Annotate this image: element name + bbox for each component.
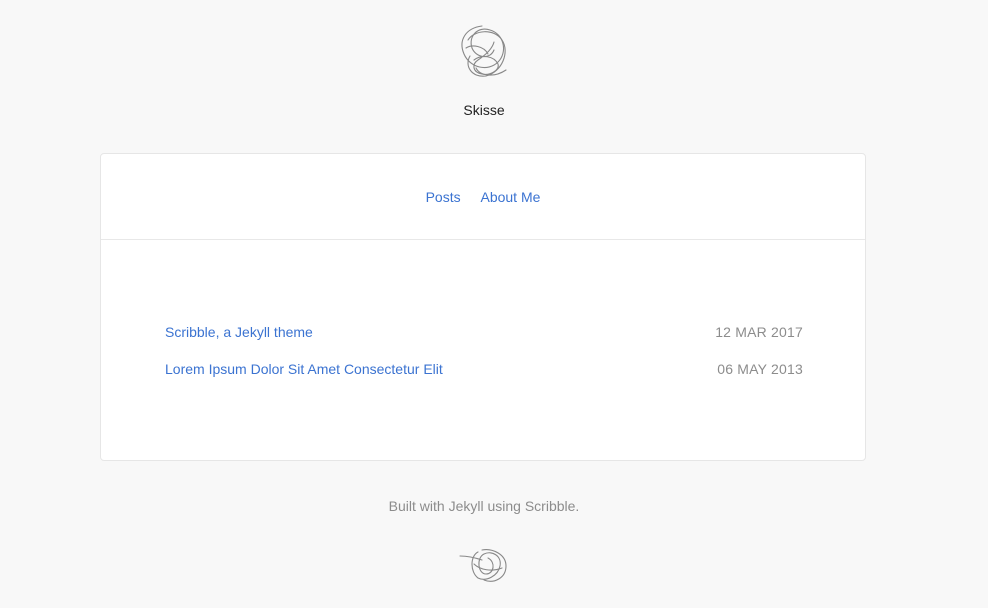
- scribble-logo-icon[interactable]: [454, 20, 514, 82]
- nav-item-posts[interactable]: Posts: [426, 189, 461, 205]
- footer-text: Built with Jekyll using Scribble.: [388, 498, 580, 514]
- list-item: Lorem Ipsum Dolor Sit Amet Consectetur E…: [165, 361, 803, 398]
- list-item: Scribble, a Jekyll theme 12 MAR 2017: [165, 324, 803, 361]
- post-title-link[interactable]: Lorem Ipsum Dolor Sit Amet Consectetur E…: [165, 361, 443, 377]
- main-nav: Posts About Me: [101, 154, 865, 240]
- content-card: Posts About Me Scribble, a Jekyll theme …: [100, 153, 866, 461]
- post-date: 06 MAY 2013: [717, 361, 803, 377]
- post-title-link[interactable]: Scribble, a Jekyll theme: [165, 324, 313, 340]
- nav-item-about-me[interactable]: About Me: [480, 189, 540, 205]
- site-title[interactable]: Skisse: [0, 102, 968, 118]
- page: Skisse Posts About Me Scribble, a Jekyll…: [0, 0, 988, 608]
- nav-links: Posts About Me: [101, 189, 865, 205]
- post-list: Scribble, a Jekyll theme 12 MAR 2017 Lor…: [165, 324, 803, 398]
- post-date: 12 MAR 2017: [715, 324, 803, 340]
- scribble-mark-icon: [459, 549, 507, 582]
